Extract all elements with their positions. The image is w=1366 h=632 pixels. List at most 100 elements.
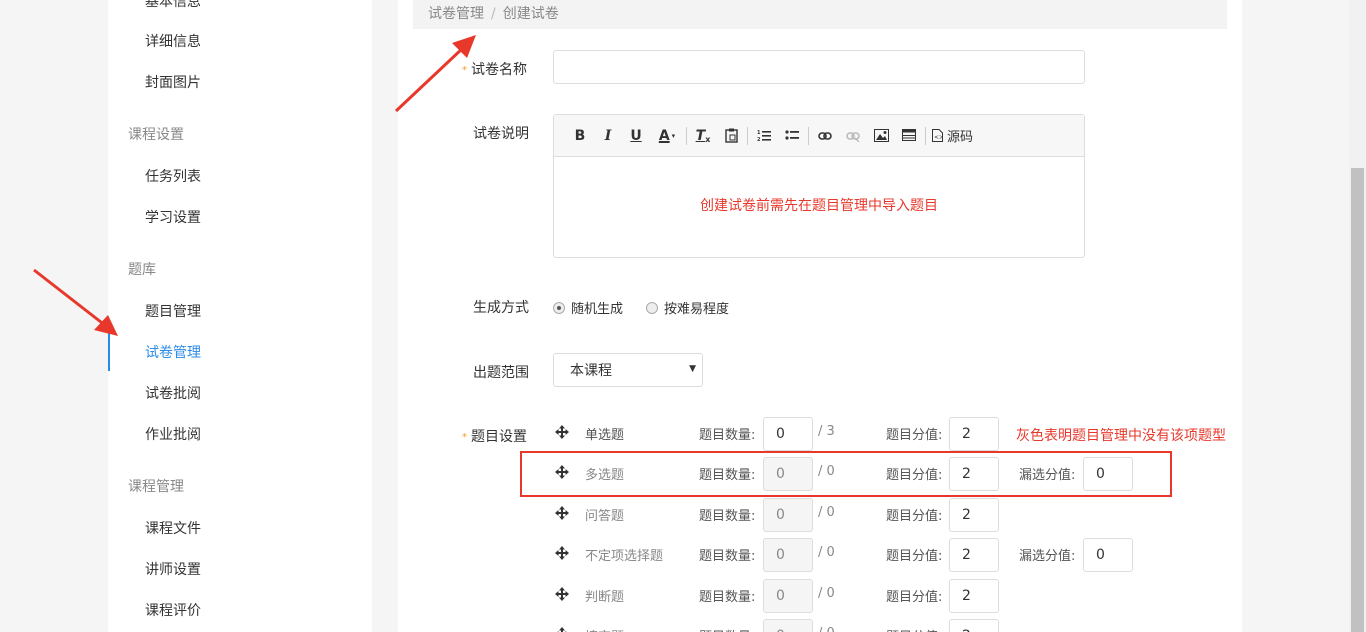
editor-content[interactable]: 创建试卷前需先在题目管理中导入题目 [554,157,1084,215]
unlink-icon[interactable] [839,122,867,150]
sidebar-item-course-reviews[interactable]: 课程评价 [145,600,201,620]
table-icon[interactable] [895,122,923,150]
sidebar-item-detail-info[interactable]: 详细信息 [145,31,201,51]
toolbar-divider [925,126,926,145]
gen-method-label: 生成方式 [473,300,529,316]
question-row: 判断题 题目数量: 0 / 0 题目分值: 2 [398,579,1242,613]
sidebar-group-question-bank: 题库 [128,262,156,278]
required-mark: * [462,65,467,76]
score-label: 题目分值: [886,509,943,524]
score-label: 题目分值: [886,626,942,632]
source-file-icon: <> [932,129,943,142]
question-row: 不定项选择题 题目数量: 0 / 0 题目分值: 2 漏选分值: 0 [398,538,1242,572]
exam-name-input[interactable] [553,50,1085,84]
available-total: / 0 [818,505,835,520]
question-row: 填空题 题目数量: 0 / 0 题目分值: 2 [398,619,1242,632]
sidebar-item-lecturer-settings[interactable]: 讲师设置 [145,559,201,579]
move-icon[interactable] [555,627,569,632]
question-type-name: 不定项选择题 [585,549,664,564]
question-type-name: 填空题 [585,626,624,632]
rich-text-editor: B I U A ▾ Tx 12 <> 源码 创建试卷前需先在题目管理中导入题目 [553,114,1085,258]
sidebar-group-course-management: 课程管理 [128,479,184,495]
score-label: 题目分值: [886,590,943,605]
sidebar-active-indicator [108,331,110,371]
question-row: 问答题 题目数量: 0 / 0 题目分值: 2 [398,498,1242,532]
sidebar-group-course-settings: 课程设置 [128,127,184,143]
question-type-name: 判断题 [585,590,625,605]
exam-name-label: * 试卷名称 [462,62,527,78]
paste-icon[interactable] [717,122,745,150]
available-total: / 0 [818,545,835,560]
radio-unchecked-icon [646,301,658,314]
highlight-box [520,451,1172,497]
breadcrumb-separator: / [491,6,496,22]
italic-icon[interactable]: I [594,122,622,150]
score-label: 题目分值: [886,428,943,443]
sidebar-item-exam-review[interactable]: 试卷批阅 [145,383,201,403]
font-color-icon[interactable]: A ▾ [650,122,684,150]
available-total: / 0 [818,586,835,601]
remove-format-icon[interactable]: Tx [689,122,717,150]
scrollbar[interactable] [1349,0,1366,632]
question-row: 单选题 题目数量: 0 / 3 题目分值: 2 [398,417,1242,451]
move-icon[interactable] [555,506,569,520]
count-input[interactable]: 0 [763,417,813,451]
breadcrumb-parent[interactable]: 试卷管理 [428,6,484,22]
count-input: 0 [763,498,813,532]
score-input[interactable]: 2 [949,417,999,451]
score-input[interactable]: 2 [949,538,999,572]
question-type-name: 问答题 [585,509,625,524]
score-input[interactable]: 2 [949,619,999,632]
sidebar-item-exam-management[interactable]: 试卷管理 [145,342,201,362]
count-label: 题目数量: [699,428,756,443]
link-icon[interactable] [811,122,839,150]
count-label: 题目数量: [699,549,756,564]
count-input: 0 [763,538,813,572]
chevron-down-icon: ▼ [689,364,696,374]
scrollbar-thumb[interactable] [1351,168,1364,632]
toolbar-divider [808,126,809,145]
radio-checked-icon [553,301,565,314]
ordered-list-icon[interactable]: 12 [750,122,778,150]
sidebar-item-course-files[interactable]: 课程文件 [145,518,201,538]
sidebar-item-homework-review[interactable]: 作业批阅 [145,424,201,444]
count-label: 题目数量: [699,509,756,524]
sidebar-item-question-management[interactable]: 题目管理 [145,301,201,321]
available-total: / 3 [818,424,835,439]
sidebar-item-study-settings[interactable]: 学习设置 [145,207,201,227]
score-input[interactable]: 2 [949,579,999,613]
radio-random[interactable]: 随机生成 [553,298,623,317]
svg-text:<>: <> [934,134,943,141]
breadcrumb-current: 创建试卷 [502,6,559,22]
radio-difficulty[interactable]: 按难易程度 [646,298,729,317]
score-label: 题目分值: [886,549,943,564]
sidebar-item-cover-image[interactable]: 封面图片 [145,72,201,92]
arrow-to-sidebar [33,268,107,328]
svg-text:1: 1 [757,130,761,136]
range-label: 出题范围 [473,365,529,381]
toolbar-divider [686,126,687,145]
miss-score-input[interactable]: 0 [1083,538,1133,572]
breadcrumb: 试卷管理 / 创建试卷 [413,0,1227,29]
move-icon[interactable] [555,546,569,560]
image-icon[interactable] [867,122,895,150]
underline-icon[interactable]: U [622,122,650,150]
move-icon[interactable] [555,425,569,439]
source-code-button[interactable]: <> 源码 [928,126,977,145]
bullet-list-icon[interactable] [778,122,806,150]
score-input[interactable]: 2 [949,498,999,532]
question-type-name: 单选题 [585,428,625,443]
count-label: 题目数量: [699,590,756,605]
range-select[interactable]: 本课程 ▼ [553,353,703,387]
bold-icon[interactable]: B [566,122,594,150]
editor-toolbar: B I U A ▾ Tx 12 <> 源码 [554,115,1084,157]
sidebar-item-task-list[interactable]: 任务列表 [145,166,201,186]
count-input: 0 [763,619,813,632]
sidebar: 基本信息 详细信息 封面图片 课程设置 任务列表 学习设置 题库 题目管理 试卷… [108,0,372,632]
main-panel: 试卷管理/创建试卷 *试卷名称 试卷说明 B I U A▾ Tx 12 [398,0,1242,632]
sidebar-item-basic-info[interactable]: 基本信息 [145,0,201,11]
count-input: 0 [763,579,813,613]
exam-desc-label: 试卷说明 [473,126,529,142]
move-icon[interactable] [555,587,569,601]
count-label: 题目数量: [699,626,755,632]
